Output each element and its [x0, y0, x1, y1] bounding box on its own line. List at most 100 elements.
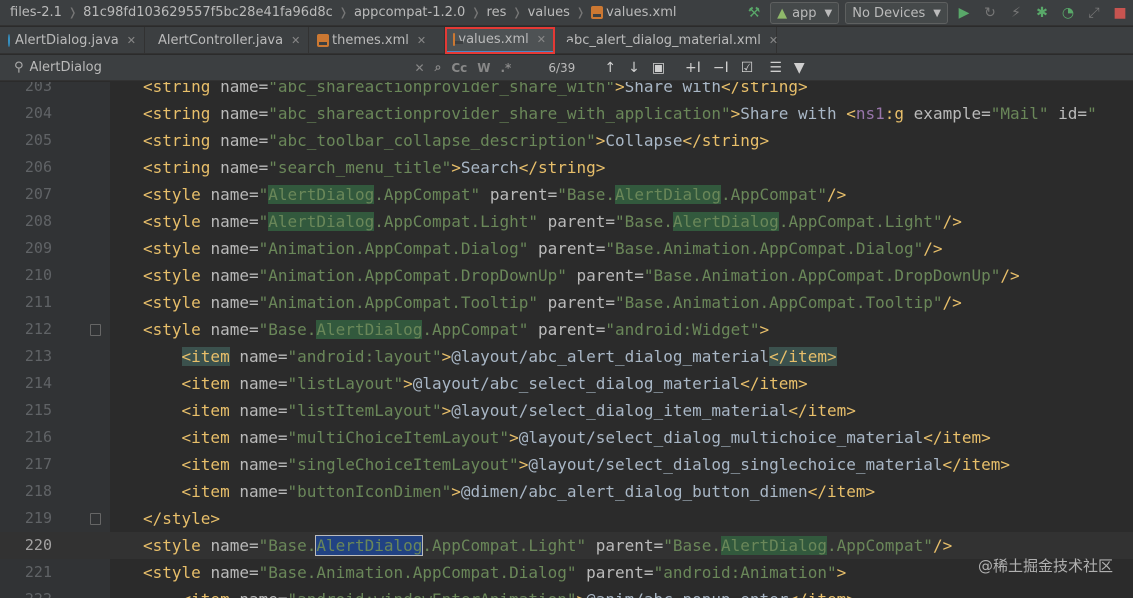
close-icon[interactable]: ✕	[417, 34, 426, 47]
xml-file-icon	[453, 32, 465, 46]
select-all-occurrences-icon[interactable]: ▣	[652, 60, 665, 76]
code-line: 205 <string name="abc_toolbar_collapse_de…	[0, 127, 1133, 154]
filter-icon[interactable]: ▼	[794, 60, 805, 76]
xml-file-icon	[591, 6, 604, 19]
run-toolbar: ⚒ ▲ app ▼ No Devices ▼ ▶ ↻ ⚡ ✱ ◔ ⤢ ■	[741, 0, 1133, 26]
code-line: 213 <item name="android:layout">@layout/…	[0, 343, 1133, 370]
code-text: <style name="Animation.AppCompat.DropDow…	[143, 266, 1020, 285]
code-text: <style name="Base.AlertDialog.AppCompat"…	[143, 320, 770, 339]
line-number: 221	[24, 563, 52, 581]
code-text: <item name="listLayout">@layout/abc_sele…	[181, 374, 808, 393]
hammer-icon[interactable]: ⚒	[743, 2, 765, 24]
code-text: <item name="android:layout">@layout/abc_…	[181, 347, 837, 366]
clear-search-icon[interactable]: ✕	[415, 61, 425, 75]
tab-label: AlertController.java	[158, 33, 284, 48]
device-label: No Devices	[852, 5, 926, 21]
regex-toggle[interactable]: .*	[501, 61, 512, 75]
run-config-select[interactable]: ▲ app ▼	[770, 2, 840, 24]
breadcrumb-file-label: values.xml	[606, 5, 677, 20]
watermark: @稀土掘金技术社区	[977, 557, 1113, 575]
close-icon[interactable]: ✕	[537, 33, 546, 46]
code-text: <string name="abc_toolbar_collapse_descr…	[143, 131, 770, 150]
debug-icon[interactable]: ✱	[1031, 2, 1053, 24]
find-input[interactable]: AlertDialog	[30, 60, 410, 75]
breadcrumb-separator-icon: ❭	[471, 6, 481, 19]
code-text: <style name="AlertDialog.AppCompat" pare…	[143, 185, 847, 204]
tab-values-xml[interactable]: values.xml ✕	[445, 27, 555, 54]
line-number: 204	[24, 104, 52, 122]
code-text: </style>	[143, 509, 221, 528]
apply-changes-icon[interactable]: ⚡	[1005, 2, 1027, 24]
profile-icon[interactable]: ◔	[1057, 2, 1079, 24]
select-occurrences-icon[interactable]: ☑	[741, 60, 754, 76]
line-number: 212	[24, 320, 52, 338]
line-number: 219	[24, 509, 52, 527]
code-line: 209 <style name="Animation.AppCompat.Dial…	[0, 235, 1133, 262]
line-number: 222	[0, 586, 52, 598]
tab-label: AlertDialog.java	[15, 33, 119, 48]
stop-icon[interactable]: ■	[1109, 2, 1131, 24]
find-history-icon[interactable]: ⌕	[435, 60, 442, 75]
breadcrumb-values[interactable]: values	[526, 5, 572, 20]
breadcrumb-hash[interactable]: 81c98fd103629557f5bc28e41fa96d8c	[81, 5, 335, 20]
code-text: <item name="listItemLayout">@layout/sele…	[181, 401, 856, 420]
remove-occurrence-icon[interactable]: −I	[713, 60, 729, 76]
fold-icon[interactable]	[90, 513, 101, 525]
code-line: 208 <style name="AlertDialog.AppCompat.Li…	[0, 208, 1133, 235]
code-text: <item name="multiChoiceItemLayout">@layo…	[181, 428, 991, 447]
run-icon[interactable]: ▶	[953, 2, 975, 24]
add-occurrence-icon[interactable]: +I	[685, 60, 701, 76]
tab-label: values.xml	[458, 31, 529, 47]
code-line: 217 <item name="singleChoiceItemLayout">…	[0, 451, 1133, 478]
code-editor[interactable]: 203 <string name="abc_shareactionprovider…	[0, 82, 1133, 598]
java-class-icon	[8, 34, 11, 47]
line-number: 218	[24, 482, 52, 500]
line-number: 210	[24, 266, 52, 284]
words-toggle[interactable]: W	[477, 61, 490, 75]
fold-icon[interactable]	[90, 324, 101, 336]
line-number: 203	[24, 82, 52, 95]
code-line: 206 <string name="search_menu_title">Sear…	[0, 154, 1133, 181]
tab-label: themes.xml	[332, 33, 409, 48]
code-line: 210 <style name="Animation.AppCompat.Drop…	[0, 262, 1133, 289]
next-occurrence-icon[interactable]: ↓	[628, 60, 640, 76]
breadcrumb-res[interactable]: res	[485, 5, 509, 20]
breadcrumb-appcompat[interactable]: appcompat-1.2.0	[352, 5, 467, 20]
attach-debugger-icon[interactable]: ⤢	[1083, 2, 1105, 24]
find-bar: ⚲ AlertDialog ✕ ⌕ Cc W .* 6/39 ↑ ↓ ▣ +I …	[0, 55, 1133, 81]
code-line: 218 <item name="buttonIconDimen">@dimen/…	[0, 478, 1133, 505]
match-case-toggle[interactable]: Cc	[451, 61, 467, 75]
tab-alertcontroller-java[interactable]: AlertController.java ✕	[145, 27, 309, 54]
tab-abc-alert-dialog-material-xml[interactable]: abc_alert_dialog_material.xml ✕	[555, 27, 778, 54]
multiline-icon[interactable]: ☰	[769, 60, 782, 76]
code-text: <string name="abc_shareactionprovider_sh…	[143, 82, 808, 96]
breadcrumb-separator-icon: ❭	[338, 6, 348, 19]
close-icon[interactable]: ✕	[769, 34, 778, 47]
code-line: 215 <item name="listItemLayout">@layout/…	[0, 397, 1133, 424]
code-text: <item name="singleChoiceItemLayout">@lay…	[181, 455, 1010, 474]
code-line: 212 <style name="Base.AlertDialog.AppComp…	[0, 316, 1133, 343]
breadcrumb-separator-icon: ❭	[512, 6, 522, 19]
device-select[interactable]: No Devices ▼	[845, 2, 948, 24]
current-code-line: 220 <style name="Base.AlertDialog.AppComp…	[0, 532, 1133, 559]
code-line: 203 <string name="abc_shareactionprovider…	[0, 82, 1133, 100]
breadcrumb-values-xml[interactable]: values.xml	[589, 5, 678, 20]
close-icon[interactable]: ✕	[291, 34, 300, 47]
breadcrumb-files[interactable]: files-2.1	[8, 5, 64, 20]
close-icon[interactable]: ✕	[127, 34, 136, 47]
code-text: <style name="Animation.AppCompat.Tooltip…	[143, 293, 962, 312]
android-icon: ▲	[777, 5, 788, 21]
chevron-down-icon: ▼	[824, 7, 833, 19]
line-number: 209	[24, 239, 52, 257]
rerun-icon[interactable]: ↻	[979, 2, 1001, 24]
code-text: <string name="search_menu_title">Search<…	[143, 158, 606, 177]
line-number: 208	[24, 212, 52, 230]
code-line: 204 <string name="abc_shareactionprovider…	[0, 100, 1133, 127]
code-text: <string name="abc_shareactionprovider_sh…	[143, 104, 1097, 123]
line-number: 207	[24, 185, 52, 203]
code-text: <style name="Animation.AppCompat.Dialog"…	[143, 239, 943, 258]
tab-alertdialog-java[interactable]: AlertDialog.java ✕	[0, 27, 145, 54]
tab-themes-xml[interactable]: themes.xml ✕	[309, 27, 445, 54]
previous-occurrence-icon[interactable]: ↑	[604, 60, 616, 76]
code-text: <item name="buttonIconDimen">@dimen/abc_…	[181, 482, 876, 501]
